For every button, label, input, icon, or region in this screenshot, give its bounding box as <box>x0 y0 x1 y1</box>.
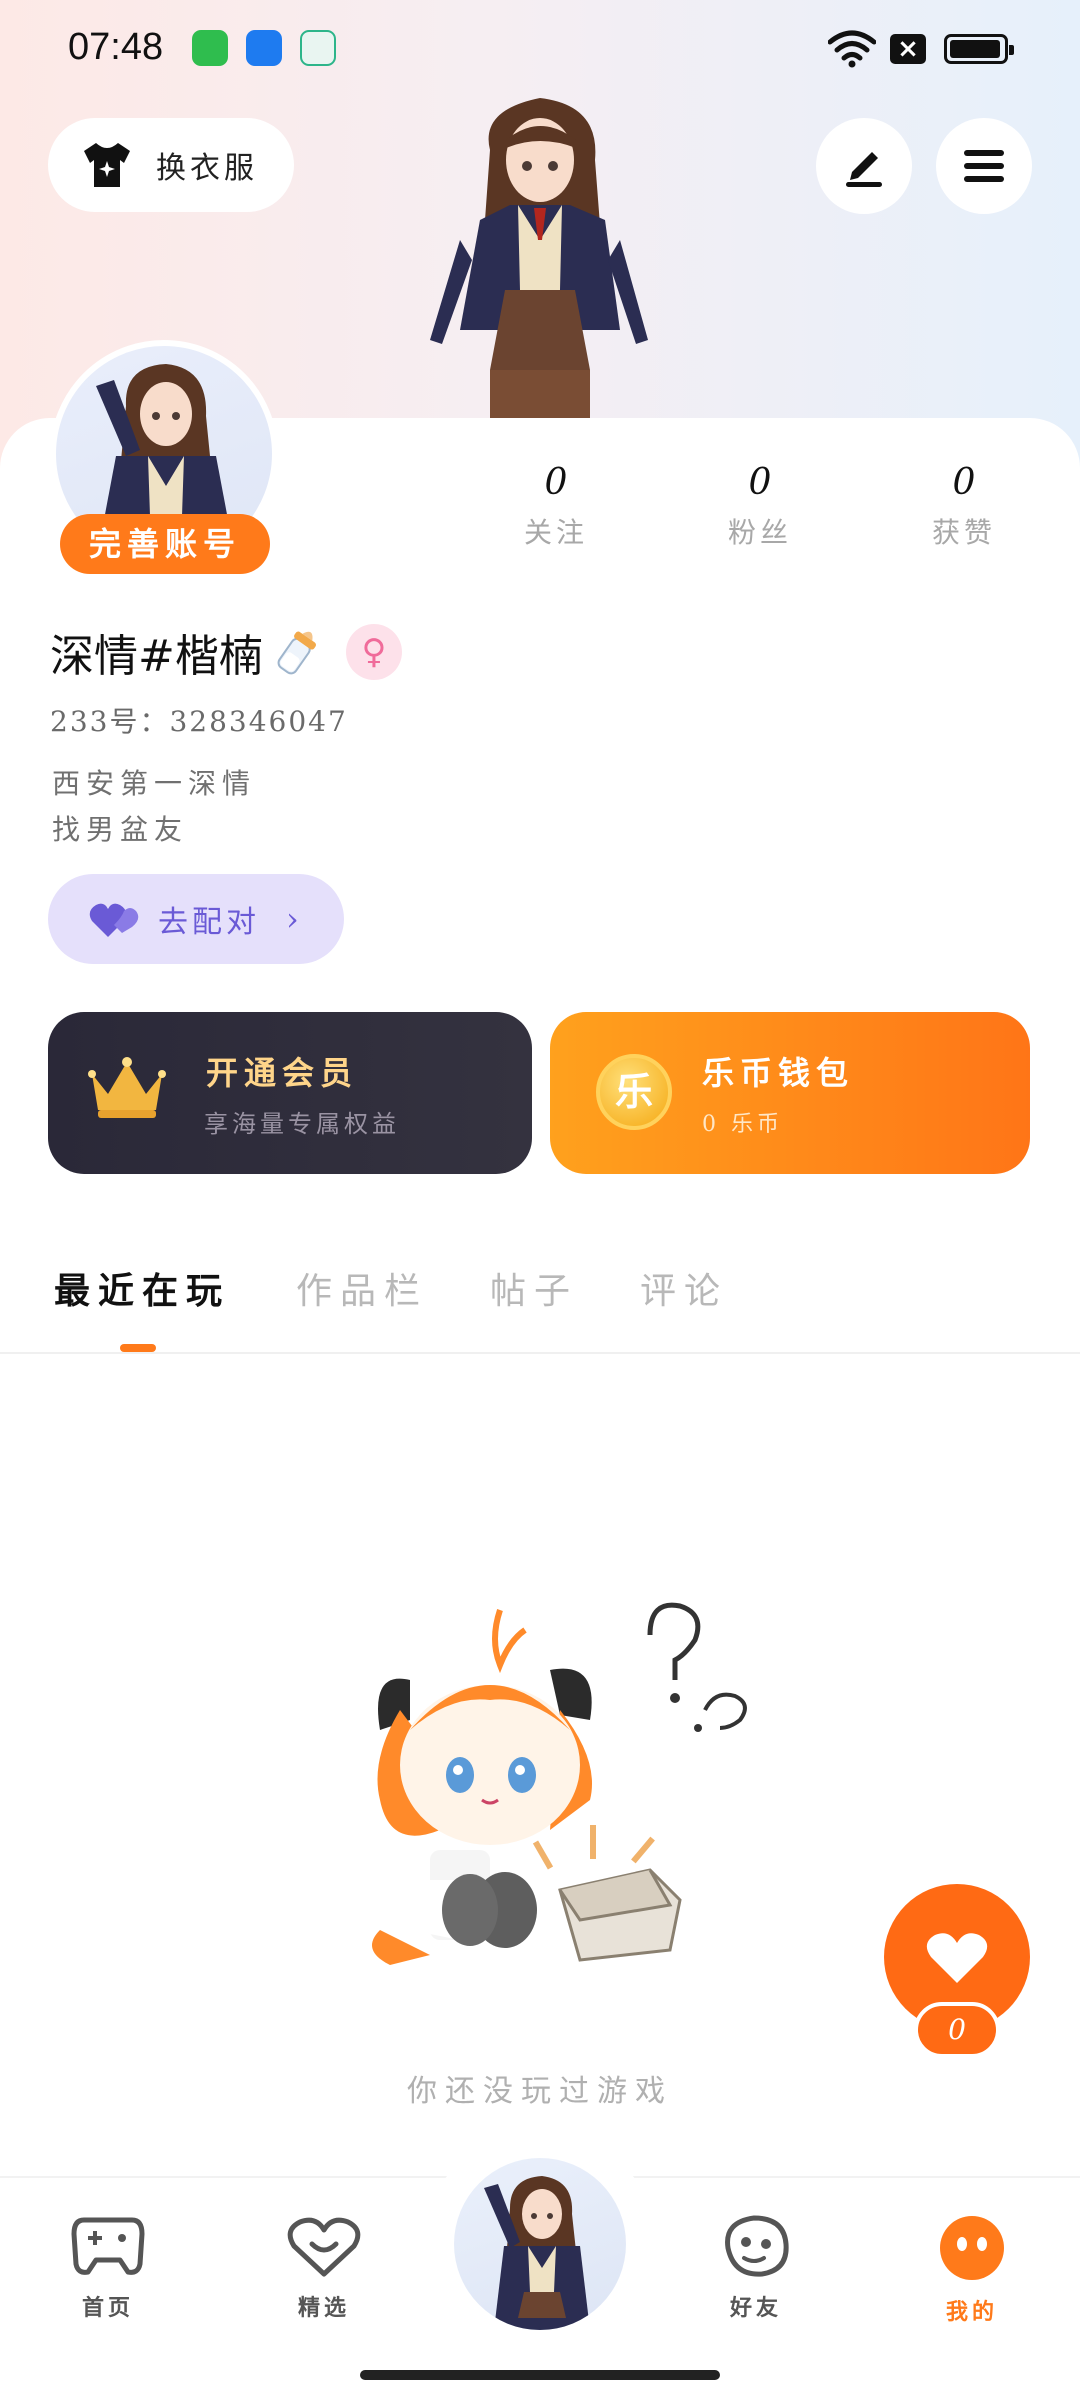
home-indicator[interactable] <box>360 2370 720 2380</box>
nav-home-label: 首页 <box>81 2295 134 2321</box>
no-sim-icon: × <box>890 34 926 64</box>
menu-button[interactable] <box>936 118 1032 214</box>
crown-icon <box>88 1057 166 1118</box>
notification-app-icon <box>300 30 336 66</box>
friend-face-icon <box>725 2215 789 2277</box>
nav-friends-label: 好友 <box>729 2295 782 2321</box>
avatar-character-3d[interactable] <box>410 90 680 420</box>
pair-match-label: 去配对 <box>158 905 260 940</box>
hearts-icon <box>89 903 139 937</box>
empty-state-illustration <box>372 1602 747 1965</box>
profile-tabs: 最近在玩 作品栏 帖子 评论 <box>0 1232 1080 1354</box>
stat-followers-value: 0 <box>748 462 772 503</box>
status-time: 07:48 <box>68 26 164 68</box>
change-outfit-label: 换衣服 <box>156 151 258 186</box>
change-outfit-button[interactable]: 换衣服 <box>48 118 294 212</box>
like-count: 0 <box>914 2002 1000 2058</box>
complete-account-button[interactable]: 完善账号 <box>60 514 270 574</box>
battery-icon <box>944 34 1014 64</box>
tab-indicator <box>120 1344 156 1352</box>
nav-me-label: 我的 <box>945 2299 998 2325</box>
tab-works[interactable]: 作品栏 <box>296 1262 428 1314</box>
stat-following-value: 0 <box>544 462 568 503</box>
tab-posts[interactable]: 帖子 <box>490 1262 578 1314</box>
nav-me[interactable]: 我的 <box>912 2214 1032 2326</box>
nav-featured-label: 精选 <box>297 2295 350 2321</box>
menu-icon <box>964 150 1004 182</box>
stat-likes[interactable]: 0 获赞 <box>894 462 1034 551</box>
nav-featured[interactable]: 精选 <box>264 2214 384 2322</box>
edit-profile-button[interactable] <box>816 118 912 214</box>
heart-smile-icon <box>287 2217 361 2277</box>
wallet-card[interactable]: 乐 乐币钱包 0 乐币 <box>550 1012 1030 1174</box>
stat-following-label: 关注 <box>523 516 588 549</box>
baby-bottle-icon <box>277 631 316 675</box>
coin-icon: 乐 <box>596 1054 672 1130</box>
vip-title: 开通会员 <box>206 1054 359 1092</box>
tshirt-icon <box>84 143 130 187</box>
empty-state-text: 你还没玩过游戏 <box>407 2074 673 2109</box>
center-avatar-image <box>484 2176 590 2330</box>
gender-female-icon: ♀ <box>346 624 402 680</box>
wallet-title: 乐币钱包 <box>702 1054 855 1092</box>
stat-likes-label: 获赞 <box>931 516 996 549</box>
user-id: 233号：328346047 <box>50 705 348 738</box>
bio-line-2: 找男盆友 <box>52 813 189 846</box>
nav-home[interactable]: 首页 <box>48 2214 168 2322</box>
nav-center-avatar[interactable] <box>454 2158 626 2330</box>
heart-icon <box>926 1933 988 1983</box>
status-bar: 07:48 × <box>0 0 1080 100</box>
stat-followers[interactable]: 0 粉丝 <box>690 462 830 551</box>
nickname: 深情#楷楠 <box>50 620 325 684</box>
vip-subtitle: 享海量专属权益 <box>204 1110 400 1138</box>
notification-app-icon <box>246 30 282 66</box>
wallet-balance: 0 乐币 <box>702 1112 783 1137</box>
bottom-navigation: 首页 精选 好友 我的 <box>0 2132 1080 2400</box>
stat-likes-value: 0 <box>952 462 976 503</box>
nav-friends[interactable]: 好友 <box>696 2214 816 2322</box>
notification-app-icon <box>192 30 228 66</box>
pen-icon <box>846 152 882 187</box>
gamepad-icon <box>71 2217 145 2275</box>
me-face-icon <box>940 2216 1004 2280</box>
nickname-text: 深情#楷楠 <box>50 631 263 682</box>
wifi-icon <box>828 30 876 68</box>
tab-recent-played[interactable]: 最近在玩 <box>54 1262 230 1314</box>
tab-comments[interactable]: 评论 <box>640 1262 728 1314</box>
vip-membership-card[interactable]: 开通会员 享海量专属权益 <box>48 1012 532 1174</box>
chevron-right-icon: › <box>286 900 303 938</box>
bio-line-1: 西安第一深情 <box>52 767 257 800</box>
stat-following[interactable]: 0 关注 <box>486 462 626 551</box>
pair-match-button[interactable]: 去配对 › <box>48 874 344 964</box>
stat-followers-label: 粉丝 <box>727 516 792 549</box>
